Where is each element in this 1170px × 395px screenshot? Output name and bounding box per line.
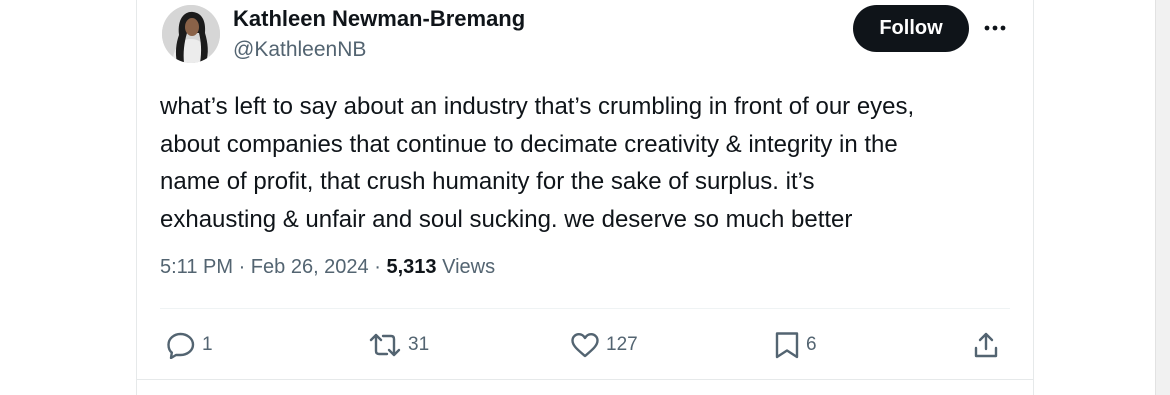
heart-icon bbox=[571, 333, 599, 358]
tweet-text: what’s left to say about an industry tha… bbox=[160, 93, 915, 233]
views-label: Views bbox=[442, 256, 496, 278]
avatar[interactable] bbox=[162, 5, 220, 63]
scrollbar-track[interactable] bbox=[1155, 0, 1170, 395]
more-options-icon[interactable] bbox=[982, 15, 1008, 41]
tweet-bottom-border bbox=[136, 379, 1034, 380]
tweet-date[interactable]: Feb 26, 2024 bbox=[251, 256, 369, 278]
timeline-border-left bbox=[136, 0, 137, 395]
share-button[interactable] bbox=[972, 330, 1000, 360]
meta-separator: · bbox=[374, 256, 381, 278]
retweet-icon bbox=[369, 333, 401, 357]
reply-count: 1 bbox=[202, 334, 213, 355]
tweet-time[interactable]: 5:11 PM bbox=[160, 256, 233, 278]
meta-separator: · bbox=[238, 256, 246, 278]
tweet-page: Kathleen Newman-Bremang @KathleenNB Foll… bbox=[0, 0, 1170, 395]
reply-icon bbox=[167, 332, 195, 359]
bookmark-count: 6 bbox=[806, 334, 817, 355]
follow-button[interactable]: Follow bbox=[853, 5, 969, 52]
avatar-image bbox=[162, 5, 220, 63]
divider bbox=[160, 308, 1010, 309]
views-count: 5,313 bbox=[386, 256, 437, 278]
retweet-button[interactable]: 31 bbox=[368, 330, 429, 360]
share-icon bbox=[974, 332, 998, 358]
reply-button[interactable]: 1 bbox=[166, 330, 213, 360]
retweet-count: 31 bbox=[408, 334, 430, 355]
like-count: 127 bbox=[606, 334, 638, 355]
bookmark-icon bbox=[775, 332, 799, 359]
timeline-border-right bbox=[1033, 0, 1034, 395]
bookmark-button[interactable]: 6 bbox=[774, 330, 817, 360]
author-name[interactable]: Kathleen Newman-Bremang bbox=[233, 6, 525, 32]
like-button[interactable]: 127 bbox=[570, 330, 638, 360]
tweet-meta: 5:11 PM · Feb 26, 2024 · 5,313 Views bbox=[160, 256, 495, 279]
author-handle[interactable]: @KathleenNB bbox=[233, 38, 366, 62]
